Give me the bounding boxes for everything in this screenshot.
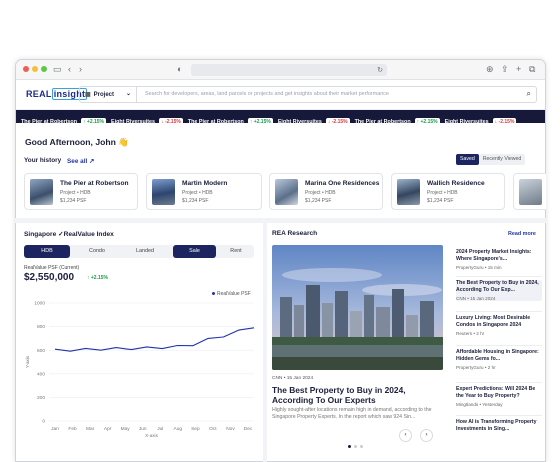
research-side-item[interactable]: How AI is Transforming Property Investme… <box>456 419 542 433</box>
side-item-title: How AI is Transforming Property Investme… <box>456 419 537 432</box>
side-item-meta: CNN • 15 Jan 2024 <box>456 296 496 301</box>
history-card-price: $1,234 PSF <box>305 198 332 204</box>
article-hero-image[interactable] <box>272 245 443 370</box>
side-divider <box>456 415 542 416</box>
side-divider <box>456 382 542 383</box>
research-side-item[interactable]: 2024 Property Market Insights: Where Sin… <box>456 249 542 270</box>
y-tick-label: 1000 <box>34 301 45 307</box>
side-item-title: The Best Property to Buy in 2024, Accord… <box>456 280 539 293</box>
side-item-meta: PropertyGuru • 2 hr <box>456 365 496 370</box>
research-side-item[interactable]: Affordable Housing in Singapore: Hidden … <box>456 349 542 370</box>
side-divider <box>456 276 542 277</box>
research-side-item[interactable]: Expert Predictions: Will 2024 Be the Yea… <box>456 386 542 407</box>
side-item-meta: Mingtlands • Yesterday <box>456 402 503 407</box>
history-card-type: Project • HDB <box>305 190 336 196</box>
y-tick-label: 400 <box>37 371 45 377</box>
x-tick-label: Jun <box>139 426 147 432</box>
side-divider <box>456 345 542 346</box>
research-side-item[interactable]: The Best Property to Buy in 2024, Accord… <box>456 280 542 301</box>
y-axis-label: Y-axis <box>25 355 30 368</box>
x-tick-label: Apr <box>104 426 112 432</box>
history-card-title: Wallich Residence <box>427 180 485 187</box>
x-tick-label: Nov <box>226 426 235 432</box>
recently-viewed-tab[interactable]: Recently Viewed <box>478 154 526 165</box>
x-tick-label: Jan <box>51 426 59 432</box>
y-tick-label: 800 <box>37 324 45 330</box>
x-tick-label: Dec <box>244 426 253 432</box>
carousel-dot[interactable] <box>354 445 357 448</box>
history-card[interactable]: Wallich Residence Project • HDB $1,234 P… <box>391 173 505 210</box>
side-item-meta: Reuters • 2 hr <box>456 331 485 336</box>
history-card-type: Project • HDB <box>427 190 458 196</box>
property-thumbnail <box>519 179 542 205</box>
y-tick-label: 600 <box>37 348 45 354</box>
history-card-partial[interactable] <box>513 173 546 210</box>
x-tick-label: Mar <box>86 426 95 432</box>
history-card[interactable]: Marina One Residences Project • HDB $1,2… <box>269 173 383 210</box>
article-excerpt: Highly sought-after locations remain hig… <box>272 407 432 420</box>
carousel-prev-button[interactable]: ‹ <box>399 429 412 442</box>
saved-tab[interactable]: Saved <box>456 154 479 165</box>
carousel-next-button[interactable]: › <box>420 429 433 442</box>
side-item-title: Luxury Living: Most Desirable Condos in … <box>456 315 531 328</box>
x-tick-label: Oct <box>209 426 217 432</box>
history-card-price: $1,234 PSF <box>427 198 454 204</box>
side-divider <box>456 311 542 312</box>
side-item-meta: PropertyGuru • 15 min <box>456 265 502 270</box>
series-line <box>54 327 255 352</box>
x-tick-label: Aug <box>174 426 183 432</box>
x-tick-label: May <box>121 426 131 432</box>
property-thumbnail <box>275 179 298 205</box>
read-more-link[interactable]: Read more <box>508 231 536 237</box>
history-card-title: Marina One Residences <box>305 180 380 187</box>
realvalue-line-chart: 0 200 400 600 800 1000 Jan Feb Mar Apr May Jun Jul Au… <box>25 301 255 438</box>
y-tick-label: 0 <box>42 419 45 425</box>
x-tick-label: Jul <box>157 426 163 432</box>
history-toggle: Saved Recently Viewed <box>456 154 526 165</box>
article-headline[interactable]: The Best Property to Buy in 2024, Accord… <box>272 385 447 405</box>
side-item-title: Expert Predictions: Will 2024 Be the Yea… <box>456 386 536 399</box>
side-item-title: Affordable Housing in Singapore: Hidden … <box>456 349 539 362</box>
research-title: REA Research <box>272 230 318 237</box>
cityscape-image <box>272 245 443 370</box>
property-thumbnail <box>397 179 420 205</box>
carousel-dot[interactable] <box>360 445 363 448</box>
x-tick-label: Feb <box>68 426 77 432</box>
carousel-dot[interactable] <box>348 445 351 448</box>
article-source: CNN • 15 Jan 2024 <box>272 376 314 381</box>
x-axis-label: X-axis <box>145 433 158 438</box>
x-tick-label: Sep <box>191 426 200 432</box>
side-item-title: 2024 Property Market Insights: Where Sin… <box>456 249 532 262</box>
carousel-dots <box>348 435 366 453</box>
research-side-item[interactable]: Luxury Living: Most Desirable Condos in … <box>456 315 542 336</box>
content-layer: Your history See all ↗ Saved Recently Vie… <box>15 59 546 462</box>
y-tick-label: 200 <box>37 395 45 401</box>
